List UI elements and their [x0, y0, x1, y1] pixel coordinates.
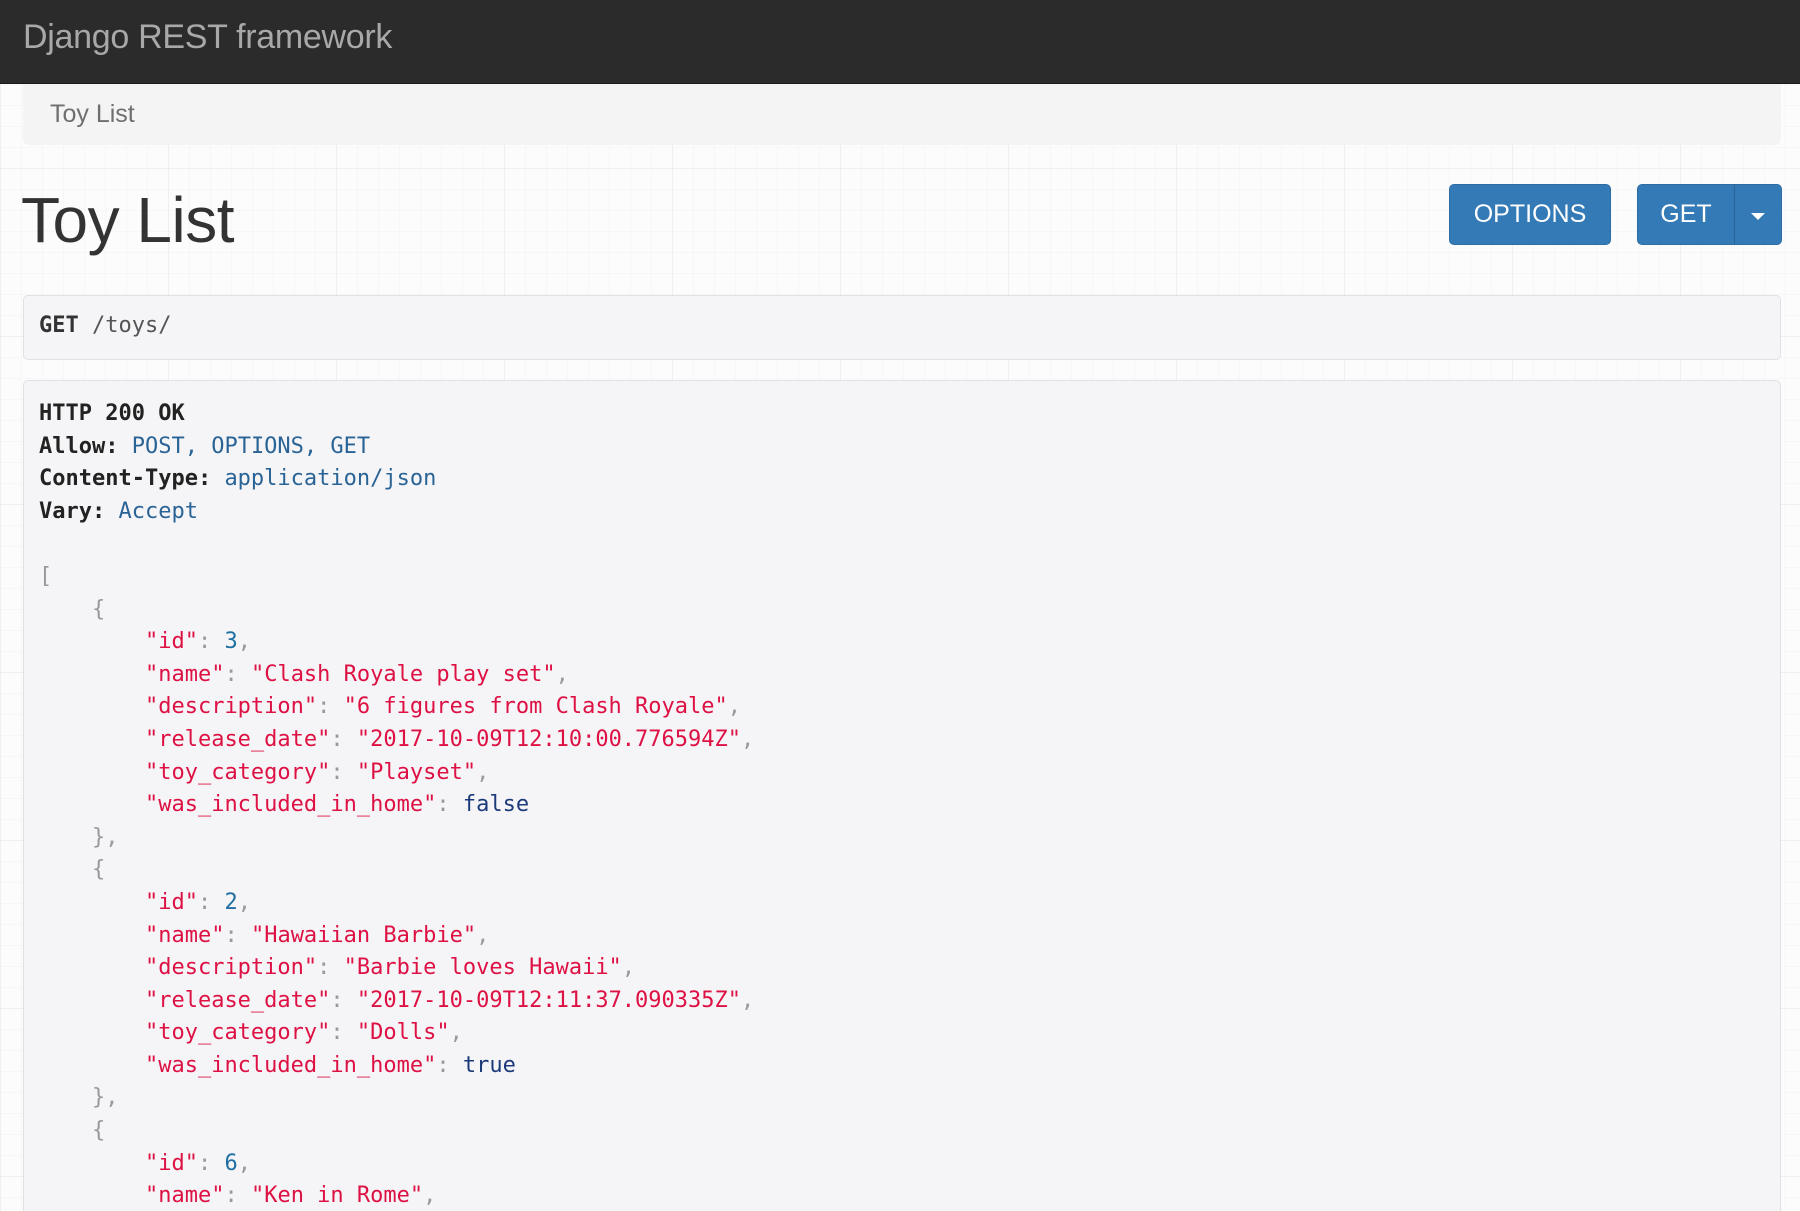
get-button[interactable]: GET — [1637, 184, 1735, 245]
json-value: "2017-10-09T12:10:00.776594Z" — [356, 726, 742, 752]
json-array-open: [ — [39, 563, 53, 589]
response-header-value: application/json — [224, 466, 437, 492]
brand-link[interactable]: Django REST framework — [23, 18, 392, 57]
json-field-row: "release_date": "2017-10-09T12:11:37.090… — [144, 987, 755, 1013]
json-value: 6 — [224, 1150, 238, 1176]
navbar: Django REST framework — [0, 0, 1800, 84]
json-value: false — [462, 792, 530, 818]
json-field-row: "description": "6 figures from Clash Roy… — [144, 694, 742, 720]
json-key: "id" — [144, 1150, 198, 1176]
json-key: "id" — [144, 889, 198, 915]
json-key: "id" — [144, 629, 198, 655]
json-field-row: "id": 6, — [144, 1150, 251, 1176]
response-header-name: Content-Type: — [39, 466, 212, 492]
response-header-name: Allow: — [39, 433, 119, 459]
json-value: 3 — [224, 629, 238, 655]
json-value: true — [462, 1052, 516, 1078]
get-button-group: GET — [1637, 184, 1782, 245]
options-button[interactable]: OPTIONS — [1449, 184, 1611, 245]
json-field-row: "was_included_in_home": false — [144, 792, 530, 818]
request-info: GET /toys/ — [23, 295, 1781, 360]
json-field-row: "name": "Ken in Rome", — [144, 1183, 437, 1209]
json-key: "release_date" — [144, 726, 331, 752]
json-field-row: "release_date": "2017-10-09T12:10:00.776… — [144, 726, 755, 752]
response-body: HTTP 200 OK Allow: POST, OPTIONS, GET Cont… — [39, 398, 754, 1211]
json-value: "Ken in Rome" — [250, 1183, 424, 1209]
json-field-row: "name": "Hawaiian Barbie", — [144, 922, 490, 948]
json-object-open: { — [91, 857, 106, 883]
json-field-row: "id": 2, — [144, 889, 251, 915]
json-key: "toy_category" — [144, 759, 331, 785]
json-key: "toy_category" — [144, 1020, 331, 1046]
json-key: "name" — [144, 922, 225, 948]
json-key: "description" — [144, 694, 318, 720]
response-header-row: Vary: Accept — [39, 496, 754, 529]
response-header-value: POST, OPTIONS, GET — [131, 433, 371, 459]
json-field-row: "id": 3, — [144, 629, 251, 655]
response-info: HTTP 200 OK Allow: POST, OPTIONS, GET Cont… — [23, 380, 1781, 1211]
caret-down-icon — [1751, 213, 1765, 220]
response-header-row: Allow: POST, OPTIONS, GET — [39, 431, 754, 464]
json-object-open: { — [91, 596, 106, 622]
request-path: /toys/ — [92, 313, 172, 338]
json-field-row: "toy_category": "Dolls", — [144, 1020, 463, 1046]
json-value: "2017-10-09T12:11:37.090335Z" — [356, 987, 742, 1013]
json-field-row: "name": "Clash Royale play set", — [144, 661, 569, 687]
json-key: "name" — [144, 661, 225, 687]
json-object-open: { — [91, 1118, 106, 1144]
json-value: 2 — [224, 889, 238, 915]
response-header-row: Content-Type: application/json — [39, 463, 754, 496]
page-title: Toy List — [21, 184, 234, 256]
get-button-label: GET — [1660, 200, 1712, 228]
response-status: HTTP 200 OK — [39, 401, 185, 426]
options-button-label: OPTIONS — [1473, 200, 1587, 228]
json-object-close: }, — [91, 1085, 119, 1111]
json-key: "description" — [144, 955, 318, 981]
json-value: "Clash Royale play set" — [250, 661, 556, 687]
breadcrumb-item-toy-list[interactable]: Toy List — [50, 100, 135, 129]
json-object-close: }, — [91, 824, 119, 850]
json-key: "name" — [144, 1183, 225, 1209]
request-line: GET /toys/ — [39, 313, 171, 338]
json-value: "Dolls" — [356, 1020, 450, 1046]
json-value: "6 figures from Clash Royale" — [343, 694, 728, 720]
json-field-row: "toy_category": "Playset", — [144, 759, 490, 785]
breadcrumb: Toy List — [23, 84, 1781, 145]
json-value: "Barbie loves Hawaii" — [343, 955, 622, 981]
get-format-dropdown-toggle[interactable] — [1734, 184, 1782, 245]
json-key: "was_included_in_home" — [144, 1052, 437, 1078]
response-header-value: Accept — [118, 498, 198, 524]
request-method: GET — [39, 313, 79, 338]
json-key: "was_included_in_home" — [144, 792, 437, 818]
json-value: "Hawaiian Barbie" — [250, 922, 477, 948]
json-key: "release_date" — [144, 987, 331, 1013]
response-header-name: Vary: — [39, 498, 106, 524]
json-value: "Playset" — [356, 759, 477, 785]
json-field-row: "description": "Barbie loves Hawaii", — [144, 955, 636, 981]
json-field-row: "was_included_in_home": true — [144, 1052, 516, 1078]
response-status-line: HTTP 200 OK — [39, 398, 754, 431]
